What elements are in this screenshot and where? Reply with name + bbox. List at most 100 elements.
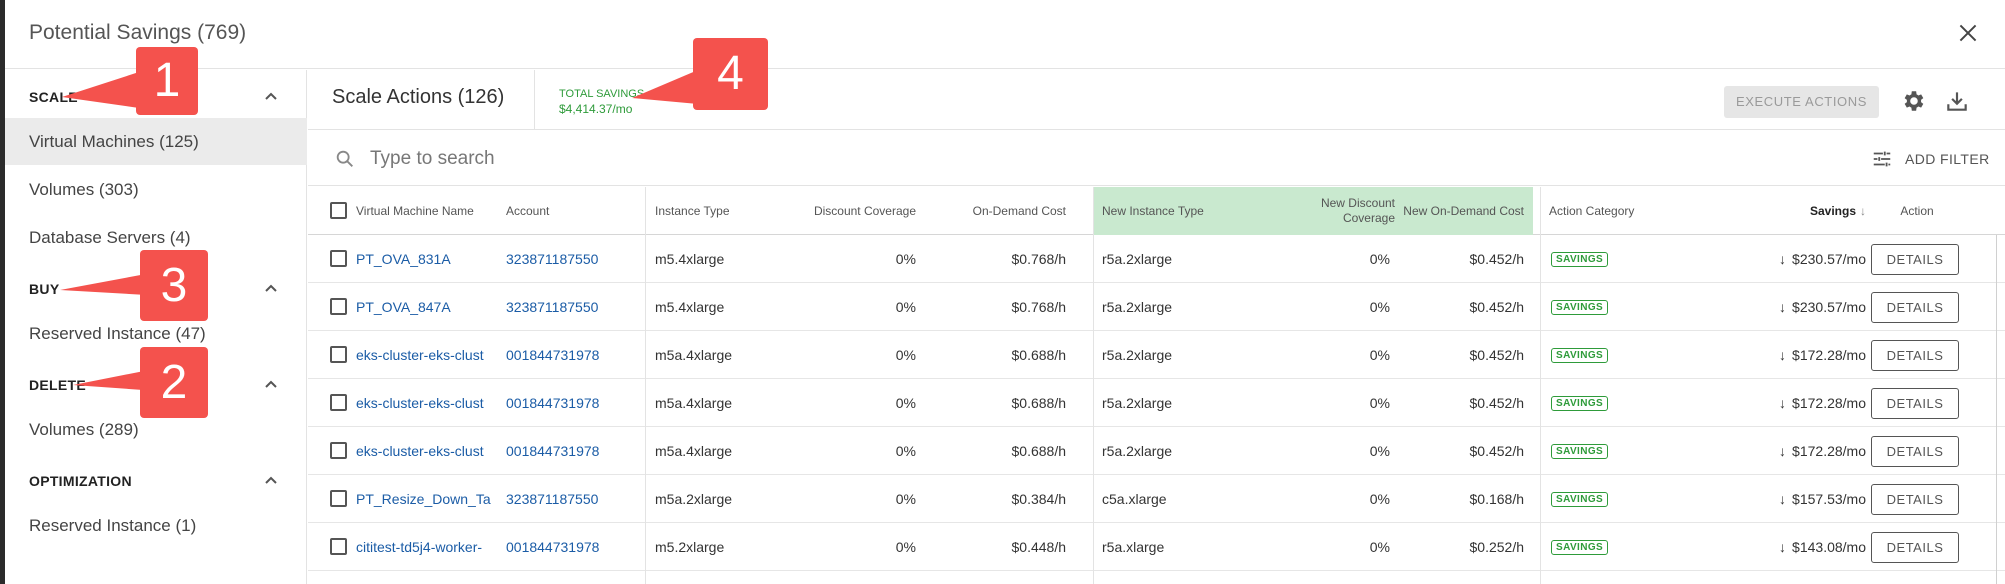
chevron-up-icon[interactable] <box>261 374 281 394</box>
account-link[interactable]: 001844731978 <box>506 523 636 571</box>
account-link[interactable]: 323871187550 <box>506 283 636 331</box>
account-link[interactable]: 001844731978 <box>506 379 636 427</box>
table-row: PT_OVA_831A 323871187550 m5.4xlarge 0% $0.76… <box>308 235 2005 283</box>
savings-badge: SAVINGS <box>1551 491 1609 507</box>
new-discount-coverage: 0% <box>1369 395 1390 411</box>
actions-header: Scale Actions (126) TOTAL SAVINGS $4,414… <box>308 70 2005 130</box>
column-header-instance-type[interactable]: Instance Type <box>655 187 795 235</box>
select-all-checkbox[interactable] <box>330 202 347 219</box>
discount-coverage: 0% <box>895 299 916 315</box>
vm-name-link[interactable]: PT_Resize_Down_Ta <box>356 475 496 523</box>
savings-badge: SAVINGS <box>1551 299 1609 315</box>
vm-name-link[interactable]: eks-cluster-eks-clust <box>356 331 496 379</box>
new-discount-coverage: 0% <box>1369 443 1390 459</box>
table-scrollbar[interactable] <box>1992 235 2004 584</box>
table-row: PT_OVA_847A 323871187550 m5.4xlarge 0% $0.76… <box>308 283 2005 331</box>
savings-badge: SAVINGS <box>1551 251 1609 267</box>
sidebar-section-optimization[interactable]: OPTIMIZATION <box>5 454 307 494</box>
savings-value: ↓ $172.28/mo <box>1728 331 1866 379</box>
vm-name-link[interactable]: cititest-td5j4-worker- <box>356 523 496 571</box>
instance-type: m5a.4xlarge <box>655 443 733 459</box>
account-link[interactable]: 323871187550 <box>506 235 636 283</box>
discount-coverage: 0% <box>895 347 916 363</box>
sidebar-item-label: Volumes (289) <box>29 420 139 439</box>
savings-amount: $172.28/mo <box>1792 395 1866 411</box>
vm-name-link[interactable]: PT_OVA_847A <box>356 283 496 331</box>
chevron-up-icon[interactable] <box>261 470 281 490</box>
row-checkbox[interactable] <box>330 442 347 459</box>
sidebar-item-reserved-instance-optimization[interactable]: Reserved Instance (1) <box>5 502 307 549</box>
column-header-new-on-demand-cost[interactable]: New On-Demand Cost <box>1403 187 1533 235</box>
details-button[interactable]: DETAILS <box>1871 436 1959 467</box>
details-button[interactable]: DETAILS <box>1871 532 1959 563</box>
new-on-demand-cost: $0.452/h <box>1469 347 1525 363</box>
action-category: SAVINGS <box>1551 235 1671 283</box>
filter-sliders-icon[interactable] <box>1871 148 1893 170</box>
on-demand-cost: $0.384/h <box>1011 491 1067 507</box>
column-header-discount-coverage[interactable]: Discount Coverage <box>788 187 916 235</box>
new-instance-type: r5a.2xlarge <box>1102 299 1173 315</box>
column-header-account[interactable]: Account <box>506 187 636 235</box>
vm-name-link[interactable]: eks-cluster-eks-clust <box>356 379 496 427</box>
row-checkbox[interactable] <box>330 250 347 267</box>
row-checkbox[interactable] <box>330 490 347 507</box>
gear-icon[interactable] <box>1900 88 1926 114</box>
execute-actions-button[interactable]: EXECUTE ACTIONS <box>1724 86 1879 118</box>
account-link[interactable]: 323871187550 <box>506 475 636 523</box>
sidebar-item-virtual-machines[interactable]: Virtual Machines (125) <box>5 118 307 165</box>
action-category: SAVINGS <box>1551 283 1671 331</box>
new-instance-type: r5a.2xlarge <box>1102 395 1173 411</box>
sort-down-arrow-icon[interactable]: ↓ <box>1860 204 1866 218</box>
new-on-demand-cost: $0.452/h <box>1469 395 1525 411</box>
row-checkbox[interactable] <box>330 298 347 315</box>
savings-value: ↓ $172.28/mo <box>1728 427 1866 475</box>
chevron-up-icon[interactable] <box>261 86 281 106</box>
on-demand-cost: $0.768/h <box>1011 299 1067 315</box>
search-input[interactable] <box>370 144 1170 174</box>
new-on-demand-cost: $0.452/h <box>1469 443 1525 459</box>
details-button[interactable]: DETAILS <box>1871 388 1959 419</box>
vm-name-link[interactable]: PT_OVA_831A <box>356 235 496 283</box>
add-filter-button[interactable]: ADD FILTER <box>1905 151 1990 167</box>
new-discount-coverage: 0% <box>1369 347 1390 363</box>
column-header-savings[interactable]: Savings ↓ <box>1728 187 1866 235</box>
discount-coverage: 0% <box>895 251 916 267</box>
on-demand-cost: $0.688/h <box>1011 347 1067 363</box>
row-checkbox[interactable] <box>330 394 347 411</box>
arrow-down-icon: ↓ <box>1779 443 1787 459</box>
table-row: eks-cluster-eks-clust 001844731978 m5a.4xl… <box>308 331 2005 379</box>
arrow-down-icon: ↓ <box>1779 299 1787 315</box>
column-header-vm-name[interactable]: Virtual Machine Name <box>356 187 501 235</box>
column-header-new-discount-coverage[interactable]: New Discount Coverage <box>1253 187 1403 235</box>
sidebar-section-label: SCALE <box>29 89 78 105</box>
download-icon[interactable] <box>1944 88 1970 114</box>
new-on-demand-cost: $0.452/h <box>1469 299 1525 315</box>
new-discount-coverage: 0% <box>1369 539 1390 555</box>
table-header: Virtual Machine Name Account Instance Ty… <box>308 187 2005 235</box>
details-button[interactable]: DETAILS <box>1871 292 1959 323</box>
details-button[interactable]: DETAILS <box>1871 340 1959 371</box>
row-checkbox[interactable] <box>330 538 347 555</box>
discount-coverage: 0% <box>895 491 916 507</box>
details-button[interactable]: DETAILS <box>1871 244 1959 275</box>
instance-type: m5.2xlarge <box>655 539 725 555</box>
vm-name-link[interactable]: eks-cluster-eks-clust <box>356 427 496 475</box>
instance-type: m5a.2xlarge <box>655 491 733 507</box>
column-header-new-instance-type[interactable]: New Instance Type <box>1093 187 1253 235</box>
row-checkbox[interactable] <box>330 346 347 363</box>
new-discount-coverage: 0% <box>1369 299 1390 315</box>
close-icon[interactable] <box>1955 20 1981 46</box>
chevron-up-icon[interactable] <box>261 278 281 298</box>
column-header-on-demand-cost[interactable]: On-Demand Cost <box>928 187 1066 235</box>
arrow-down-icon: ↓ <box>1779 491 1787 507</box>
savings-badge: SAVINGS <box>1551 539 1609 555</box>
sidebar-item-label: Database Servers (4) <box>29 228 191 247</box>
account-link[interactable]: 001844731978 <box>506 331 636 379</box>
account-link[interactable]: 001844731978 <box>506 427 636 475</box>
details-button[interactable]: DETAILS <box>1871 484 1959 515</box>
sidebar-item-volumes[interactable]: Volumes (303) <box>5 166 307 213</box>
modal-title: Potential Savings (769) <box>29 21 247 44</box>
column-header-action-category[interactable]: Action Category <box>1549 187 1689 235</box>
instance-type: m5.4xlarge <box>655 299 725 315</box>
sidebar-item-label: Reserved Instance (1) <box>29 516 197 535</box>
